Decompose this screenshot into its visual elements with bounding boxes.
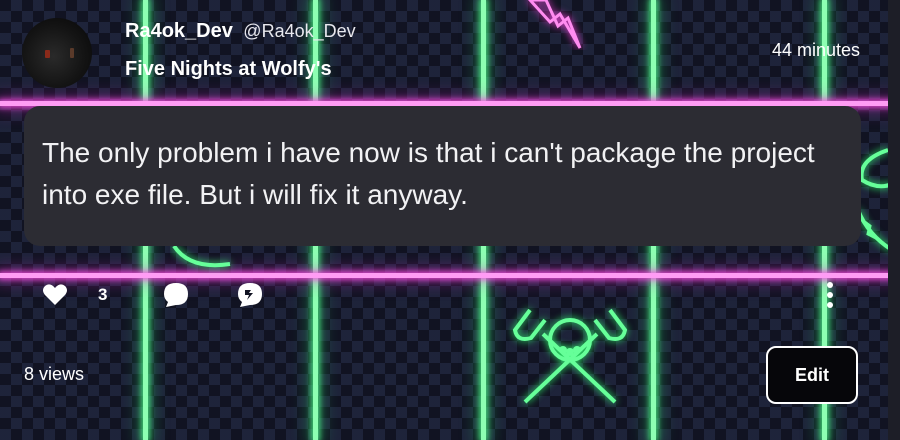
- post-card: Ra4ok_Dev @Ra4ok_Dev Five Nights at Wolf…: [0, 0, 900, 440]
- heart-icon: [43, 284, 67, 305]
- edit-button[interactable]: Edit: [766, 346, 858, 404]
- author-line: Ra4ok_Dev @Ra4ok_Dev: [125, 20, 356, 48]
- neon-horizontal-line: [0, 273, 900, 278]
- like-count: 3: [98, 285, 108, 304]
- more-options-button[interactable]: [822, 280, 838, 310]
- lightning-bolt-icon: [527, 0, 582, 49]
- speech-bubble-icon: [164, 283, 188, 307]
- share-bubble-icon: [238, 283, 262, 307]
- post-timestamp: 44 minutes: [771, 40, 860, 60]
- share-button[interactable]: [236, 281, 264, 309]
- vertical-dots-icon: [827, 282, 833, 308]
- author-handle[interactable]: @Ra4ok_Dev: [243, 21, 355, 41]
- like-button[interactable]: [42, 283, 68, 307]
- avatar[interactable]: [22, 18, 92, 88]
- comment-button[interactable]: [162, 281, 190, 309]
- group-name[interactable]: Five Nights at Wolfy's: [125, 58, 332, 81]
- post-body: The only problem i have now is that i ca…: [24, 106, 861, 246]
- neon-creature-icon: [172, 244, 231, 268]
- post-text: The only problem i have now is that i ca…: [42, 137, 815, 210]
- crossed-wrenches-icon: [512, 308, 628, 404]
- view-count: 8 views: [24, 364, 85, 384]
- author-name[interactable]: Ra4ok_Dev: [125, 20, 233, 42]
